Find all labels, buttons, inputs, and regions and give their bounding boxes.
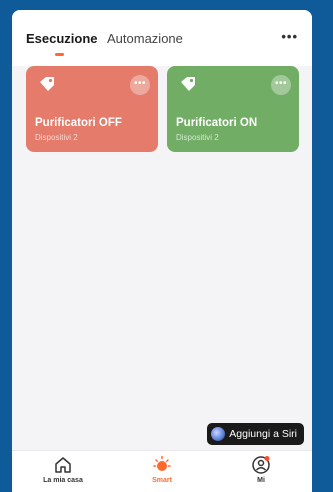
scene-name: Purificatori ON — [176, 117, 258, 129]
tab-label: Smart — [152, 477, 172, 484]
tab-indicator — [55, 53, 64, 56]
tab-automazione[interactable]: Automazione — [107, 31, 183, 46]
scene-menu-button[interactable]: ••• — [130, 75, 150, 95]
scene-name: Purificatori OFF — [35, 117, 122, 129]
tab-mi[interactable]: Mi — [226, 455, 296, 484]
tab-smart[interactable]: Smart — [127, 455, 197, 484]
home-icon — [55, 457, 71, 473]
sun-icon — [153, 455, 171, 471]
tab-label: Mi — [257, 477, 265, 484]
tab-esecuzione[interactable]: Esecuzione — [26, 31, 98, 46]
add-to-siri-label: Aggiungi a Siri — [229, 428, 297, 440]
add-to-siri-button[interactable]: Aggiungi a Siri — [207, 423, 304, 445]
tag-icon — [181, 77, 195, 91]
more-options-button[interactable]: ••• — [281, 29, 298, 44]
scene-device-count: Dispositivi 2 — [176, 133, 219, 142]
tab-label: La mia casa — [43, 477, 83, 484]
bottom-tab-bar: La mia casa Smart Mi — [12, 450, 312, 492]
tag-icon — [40, 77, 54, 91]
header: Esecuzione Automazione ••• — [12, 10, 312, 66]
scene-menu-button[interactable]: ••• — [271, 75, 291, 95]
app-screen: Esecuzione Automazione ••• ••• Purificat… — [12, 10, 312, 492]
scene-card-purificatori-on[interactable]: ••• Purificatori ON Dispositivi 2 — [167, 66, 299, 152]
scene-card-purificatori-off[interactable]: ••• Purificatori OFF Dispositivi 2 — [26, 66, 158, 152]
scene-device-count: Dispositivi 2 — [35, 133, 78, 142]
siri-icon — [211, 427, 226, 441]
tab-la-mia-casa[interactable]: La mia casa — [28, 455, 98, 484]
profile-icon — [252, 456, 270, 474]
